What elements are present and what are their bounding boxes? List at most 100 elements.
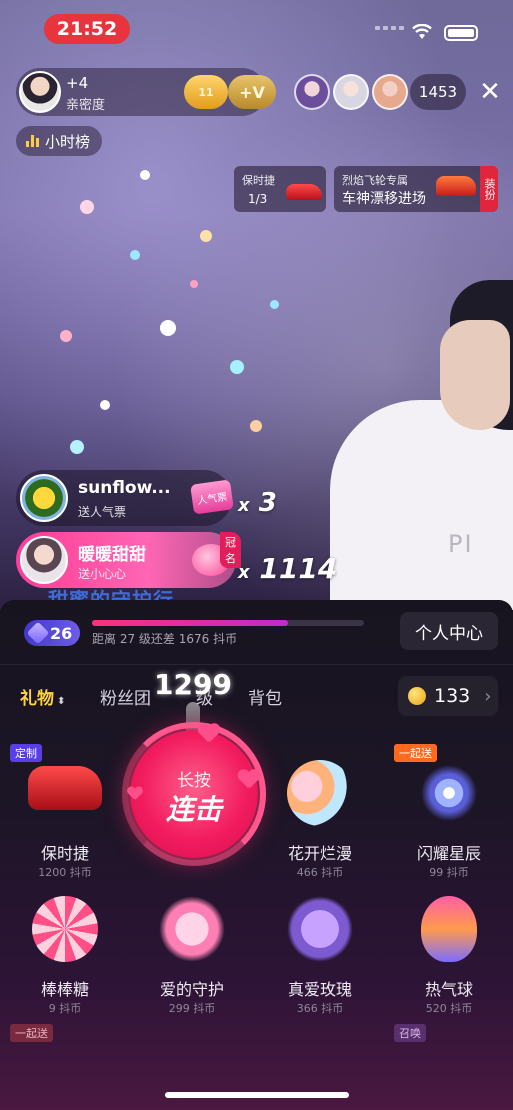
coin-balance: 133	[434, 685, 471, 707]
gift-name: 热气球	[424, 980, 473, 999]
shining-star-icon	[416, 760, 482, 826]
tab-gift-label: 礼物	[20, 689, 54, 709]
vip-badge[interactable]: +V	[228, 75, 276, 109]
viewer-avatar[interactable]	[333, 74, 369, 110]
close-icon[interactable]: ✕	[478, 78, 502, 106]
sender-name: sunflow...	[78, 478, 171, 498]
gift-item[interactable]: 棒棒糖 9 抖币	[10, 896, 120, 1026]
bokeh-light	[230, 360, 244, 374]
hourly-rank-button[interactable]: 小时榜	[16, 126, 102, 156]
sender-name: 暖暖甜甜	[78, 545, 146, 565]
gift-name: 花开烂漫	[287, 844, 352, 863]
shirt-print: PI	[448, 530, 474, 558]
combo-counter: 1299	[154, 668, 232, 701]
host-info-bar[interactable]: +4 亲密度 11 +V	[16, 68, 276, 116]
ticket-gift-label: 人气票	[196, 491, 228, 507]
bokeh-light	[130, 250, 140, 260]
bokeh-light	[200, 230, 212, 242]
gem-icon	[26, 621, 50, 645]
bokeh-light	[190, 280, 198, 288]
gift-panel: 26 距离 27 级还差 1676 抖币 个人中心 礼物 ⬍ 粉丝团 级 背包 1…	[0, 600, 513, 1110]
level-progress-bar	[92, 620, 364, 626]
gift-item[interactable]: 热气球 520 抖币	[394, 896, 504, 1026]
coin-balance-button[interactable]: 133 ›	[398, 676, 498, 716]
car-icon	[436, 176, 476, 196]
personal-center-button[interactable]: 个人中心	[400, 612, 498, 650]
chevron-right-icon: ›	[484, 685, 492, 707]
gift-name: 真爱玫瑰	[287, 980, 352, 999]
bokeh-light	[140, 170, 150, 180]
porsche-car-icon	[28, 766, 102, 810]
bokeh-light	[60, 330, 72, 342]
tab-gift[interactable]: 礼物 ⬍	[20, 684, 65, 709]
gift-item[interactable]: 花开烂漫 466 抖币	[265, 760, 375, 890]
gift-item[interactable]: 爱的守护 299 抖币	[137, 896, 247, 1026]
status-time: 21:52	[44, 14, 130, 44]
promo-title: 保时捷	[242, 174, 275, 187]
fan-level: 11	[198, 85, 214, 99]
performer: PI	[330, 280, 513, 610]
promo-card-porsche[interactable]: 保时捷 1/3	[234, 166, 326, 212]
combo-count: x 3	[238, 488, 277, 518]
gift-name: 闪耀星辰	[416, 844, 481, 863]
gift-message[interactable]: 暖暖甜甜 送小心心 冠名	[16, 532, 241, 588]
level-progress-text: 距离 27 级还差 1676 抖币	[92, 632, 238, 646]
combo-button-line2: 连击	[165, 793, 222, 826]
tab-fan-club[interactable]: 粉丝团	[100, 684, 151, 709]
gift-item[interactable]: 保时捷 1200 抖币	[10, 760, 120, 890]
promo-progress: 1/3	[248, 192, 268, 206]
viewer-avatar[interactable]	[372, 74, 408, 110]
summon-tag: 召唤	[394, 1024, 426, 1042]
cellular-signal-icon	[375, 26, 404, 30]
gift-price: 520 抖币	[425, 1002, 473, 1015]
promo-subtitle: 车神漂移进场	[342, 191, 426, 207]
bokeh-light	[80, 200, 94, 214]
bars-icon	[26, 135, 39, 147]
gift-name: 爱的守护	[159, 980, 224, 999]
outfit-tag: 装扮	[480, 166, 498, 212]
promo-card-flame-wheel[interactable]: 烈焰飞轮专属 车神漂移进场 装扮	[334, 166, 498, 212]
heart-icon	[127, 787, 142, 801]
user-level: 26	[50, 623, 73, 643]
performer-shirt	[330, 400, 513, 610]
user-level-badge[interactable]: 26	[24, 620, 80, 646]
bokeh-light	[270, 300, 279, 309]
combo-value: 1114	[259, 552, 338, 585]
gift-item[interactable]: 真爱玫瑰 366 抖币	[265, 896, 375, 1026]
battery-icon	[444, 25, 478, 41]
promo-title: 烈焰飞轮专属	[342, 174, 408, 187]
gift-price: 366 抖币	[296, 1002, 344, 1015]
intimacy-label: 亲密度	[66, 98, 106, 113]
combo-count: x 1114	[238, 552, 337, 585]
viewer-count[interactable]: 1453	[410, 74, 466, 110]
gift-message[interactable]: sunflow... 送人气票 人气票	[16, 470, 234, 526]
send-together-tag: 一起送	[10, 1024, 53, 1042]
bokeh-light	[160, 320, 176, 336]
tab-backpack[interactable]: 背包	[248, 684, 282, 709]
bokeh-light	[70, 440, 84, 454]
level-progress-fill	[92, 620, 288, 626]
sender-avatar[interactable]	[20, 474, 68, 522]
heart-icon	[198, 724, 220, 744]
combo-value: 3	[258, 488, 277, 518]
hot-air-balloon-icon	[421, 896, 477, 962]
fan-club-heart-badge[interactable]: 11	[184, 75, 228, 109]
performer-face	[440, 320, 510, 430]
sort-icon: ⬍	[57, 696, 66, 707]
send-together-tag: 一起送	[394, 744, 437, 762]
bokeh-light	[100, 400, 110, 410]
car-icon	[286, 184, 322, 200]
intimacy-increment: +4	[66, 74, 89, 92]
gift-item[interactable]: 闪耀星辰 99 抖币	[394, 760, 504, 890]
heart-icon	[238, 770, 260, 790]
combo-prefix: x	[238, 562, 250, 583]
gift-name: 保时捷	[40, 844, 89, 863]
long-press-combo-button[interactable]: 长按 连击	[130, 730, 258, 858]
gift-price: 1200 抖币	[38, 866, 92, 879]
sender-avatar[interactable]	[20, 536, 68, 584]
viewer-avatar[interactable]	[294, 74, 330, 110]
home-indicator[interactable]	[165, 1092, 349, 1098]
custom-tag: 定制	[10, 744, 42, 762]
combo-prefix: x	[238, 495, 250, 516]
host-avatar[interactable]	[19, 71, 61, 113]
